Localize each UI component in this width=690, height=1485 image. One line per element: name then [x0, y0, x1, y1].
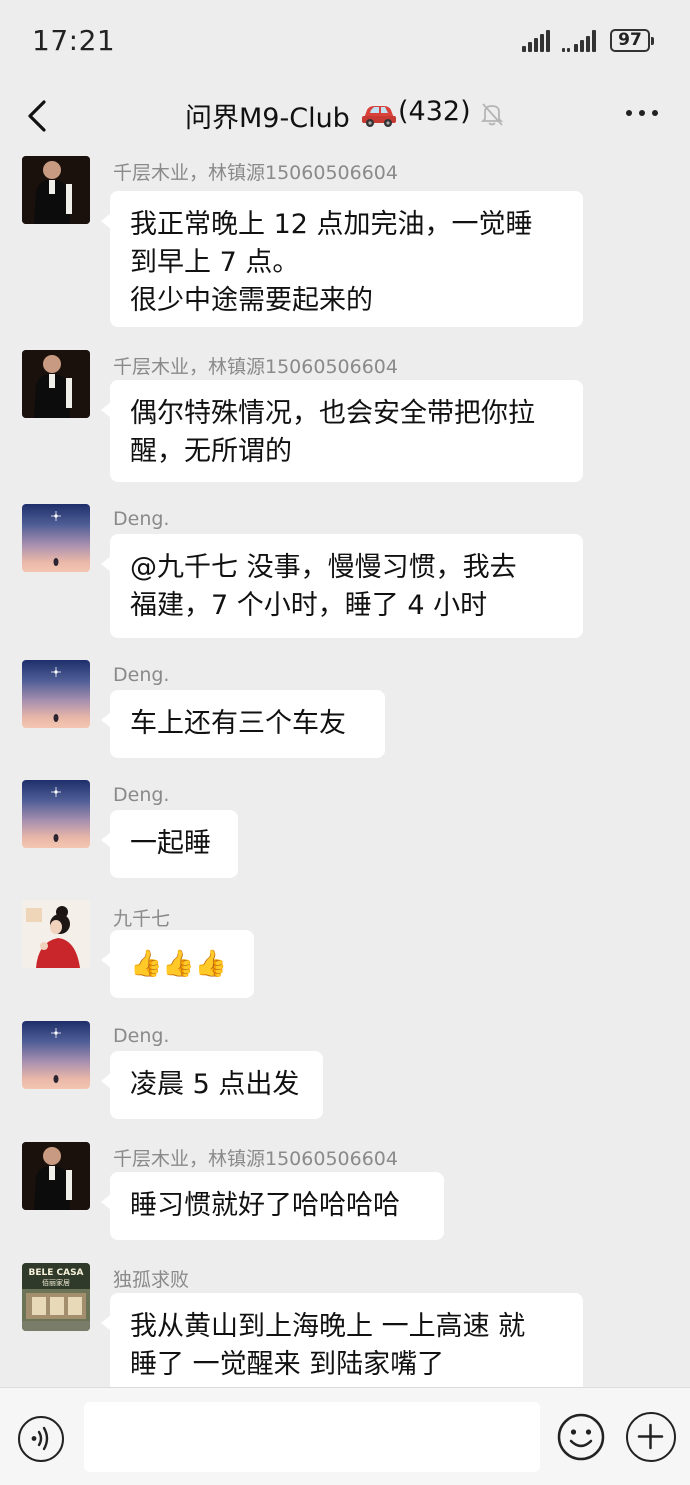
avatar[interactable] [22, 660, 90, 728]
message-bubble[interactable]: 车上还有三个车友 [101, 690, 385, 758]
smile-icon[interactable] [556, 1412, 606, 1462]
shop-logo-subtext: 佰丽家居 [42, 1278, 70, 1287]
sender-name: 千层木业，林镇源15060506604 [113, 356, 398, 378]
avatar[interactable] [22, 1142, 90, 1210]
message-text: 到早上 7 点。 [130, 247, 300, 278]
more-dots-icon[interactable] [622, 108, 662, 120]
message-text: 醒，无所谓的 [130, 436, 292, 467]
voice-button[interactable] [18, 1416, 64, 1462]
chat-header: 问界M9-Club (432) [0, 84, 690, 154]
avatar[interactable] [22, 156, 90, 224]
avatar[interactable] [22, 900, 90, 968]
status-bar: 17:21 97 [0, 0, 690, 84]
shop-logo-text: BELE CASA [28, 1268, 83, 1278]
avatar[interactable] [22, 504, 90, 572]
avatar[interactable] [22, 350, 90, 418]
message-text: 一起睡 [130, 828, 211, 859]
message-bubble[interactable]: 凌晨 5 点出发 [101, 1051, 323, 1119]
sender-name: 独孤求败 [113, 1269, 190, 1291]
sender-name: Deng. [113, 508, 170, 530]
message-text: 车上还有三个车友 [130, 708, 346, 739]
message-text: 睡了 一觉醒来 到陆家嘴了 [130, 1349, 445, 1380]
back-icon[interactable] [22, 96, 58, 136]
message-text: 我正常晚上 12 点加完油，一觉睡 [130, 209, 533, 240]
sender-name: 九千七 [113, 908, 171, 930]
message-text: 很少中途需要起来的 [130, 285, 373, 316]
signal-icon [522, 30, 554, 52]
message-text: 睡习惯就好了哈哈哈哈 [130, 1190, 400, 1221]
avatar[interactable] [22, 1021, 90, 1089]
sender-name: Deng. [113, 1025, 170, 1047]
avatar[interactable]: BELE CASA 佰丽家居 [22, 1263, 90, 1331]
input-bar [0, 1387, 690, 1485]
car-emoji-icon [362, 106, 396, 127]
message-text: 凌晨 5 点出发 [130, 1069, 300, 1100]
message-text: 偶尔特殊情况，也会安全带把你拉 [130, 398, 535, 429]
voice-icon [31, 1426, 49, 1451]
sender-name: 千层木业，林镇源15060506604 [113, 1148, 398, 1170]
message-text: 我从黄山到上海晚上 一上高速 就 [130, 1311, 526, 1342]
avatar[interactable] [22, 780, 90, 848]
bell-off-icon [480, 103, 504, 126]
member-count: (432) [398, 96, 471, 127]
message-bubble[interactable]: 偶尔特殊情况，也会安全带把你拉 醒，无所谓的 [101, 380, 583, 482]
message-bubble[interactable]: 我正常晚上 12 点加完油，一觉睡 到早上 7 点。 很少中途需要起来的 [101, 191, 583, 327]
battery-indicator: 97 [610, 29, 654, 52]
message-bubble[interactable]: 睡习惯就好了哈哈哈哈 [101, 1172, 444, 1240]
message-text: 福建，7 个小时，睡了 4 小时 [130, 590, 488, 621]
message-text: @九千七 没事，慢慢习惯，我去 [130, 552, 517, 583]
message-bubble[interactable]: @九千七 没事，慢慢习惯，我去 福建，7 个小时，睡了 4 小时 [101, 534, 583, 638]
battery-level: 97 [618, 30, 642, 50]
message-input[interactable] [84, 1402, 540, 1472]
message-bubble[interactable]: 我从黄山到上海晚上 一上高速 就 睡了 一觉醒来 到陆家嘴了 [101, 1293, 583, 1397]
plus-circle-icon[interactable] [626, 1412, 676, 1462]
sender-name: 千层木业，林镇源15060506604 [113, 162, 398, 184]
thumbs-up-icon: 👍👍👍 [130, 949, 228, 979]
chat-title: 问界M9-Club [185, 103, 350, 134]
sender-name: Deng. [113, 784, 170, 806]
sender-name: Deng. [113, 664, 170, 686]
message-bubble[interactable]: 👍👍👍 [101, 930, 254, 998]
signal-2-icon [562, 30, 602, 52]
status-time: 17:21 [32, 24, 116, 57]
message-bubble[interactable]: 一起睡 [101, 810, 238, 878]
